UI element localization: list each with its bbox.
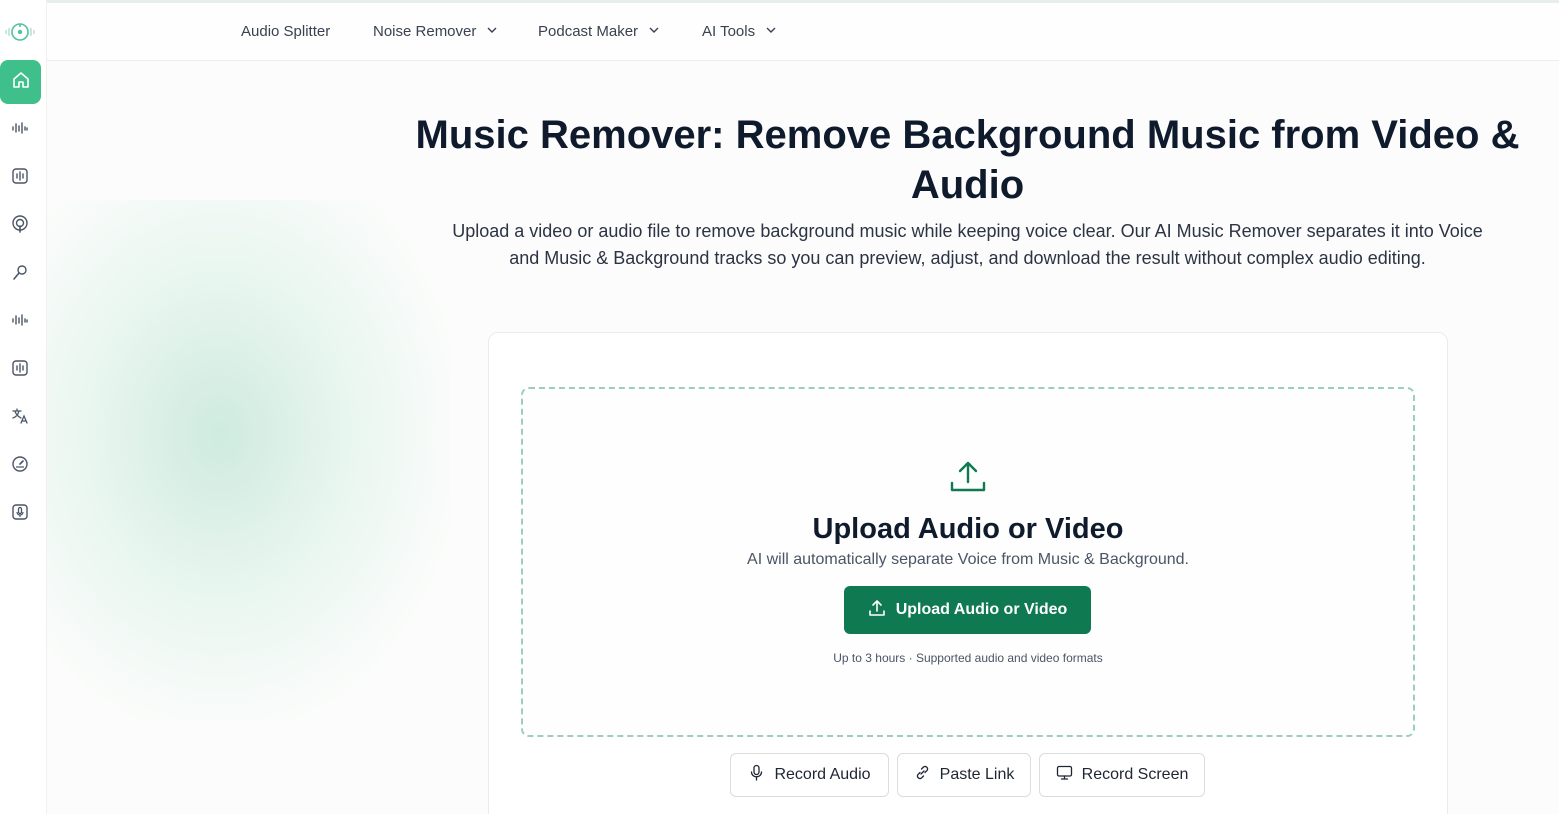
voice-box-icon bbox=[10, 502, 30, 527]
record-screen-label: Record Screen bbox=[1081, 766, 1189, 783]
upload-icon bbox=[868, 599, 886, 622]
sidebar-item-waveform-2[interactable] bbox=[0, 302, 40, 342]
home-icon bbox=[11, 70, 31, 95]
upload-button-label: Upload Audio or Video bbox=[895, 601, 1068, 618]
nav-item-label: Podcast Maker bbox=[538, 23, 639, 40]
chevron-down-icon bbox=[482, 23, 498, 40]
sidebar-item-speedometer[interactable] bbox=[0, 446, 40, 486]
speedometer-icon bbox=[10, 454, 30, 479]
soundwave-logo-icon[interactable] bbox=[4, 20, 36, 44]
sidebar-item-waveform-1[interactable] bbox=[0, 110, 40, 150]
sidebar-item-podcast[interactable] bbox=[0, 206, 40, 246]
nav-item-audio-splitter[interactable]: Audio Splitter bbox=[241, 23, 330, 40]
audio-box-icon bbox=[10, 166, 30, 191]
page-title: Music Remover: Remove Background Music f… bbox=[415, 113, 1520, 207]
nav-item-label: AI Tools bbox=[702, 23, 756, 40]
sidebar-item-audio-box-1[interactable] bbox=[0, 158, 40, 198]
record-audio-button[interactable]: Record Audio bbox=[730, 753, 889, 797]
sidebar bbox=[0, 0, 47, 814]
microphone-icon bbox=[748, 764, 765, 786]
chevron-down-icon bbox=[644, 23, 660, 40]
chevron-down-icon bbox=[761, 23, 777, 40]
audio-box-icon bbox=[10, 358, 30, 383]
page-subtitle: Upload a video or audio file to remove b… bbox=[452, 221, 1483, 268]
top-navigation: Audio Splitter Noise Remover Podcast Mak… bbox=[47, 3, 1559, 61]
upload-note: Up to 3 hours · Supported audio and vide… bbox=[833, 651, 1103, 665]
translate-icon bbox=[10, 406, 30, 431]
nav-item-label: Audio Splitter bbox=[241, 23, 331, 40]
sidebar-item-translate[interactable] bbox=[0, 398, 40, 438]
sidebar-item-audio-box-2[interactable] bbox=[0, 350, 40, 390]
record-audio-label: Record Audio bbox=[774, 766, 871, 783]
waveform-icon bbox=[10, 310, 30, 335]
upload-button[interactable]: Upload Audio or Video bbox=[844, 586, 1091, 634]
upload-icon bbox=[948, 457, 988, 497]
waveform-icon bbox=[10, 118, 30, 143]
paste-link-button[interactable]: Paste Link bbox=[897, 753, 1031, 797]
upload-subtitle: AI will automatically separate Voice fro… bbox=[747, 551, 1189, 568]
link-icon bbox=[914, 764, 931, 786]
sidebar-item-home[interactable] bbox=[0, 60, 41, 104]
sidebar-item-voice-box[interactable] bbox=[0, 494, 40, 534]
nav-item-ai-tools[interactable]: AI Tools bbox=[702, 23, 777, 40]
microphone-tool-icon bbox=[10, 263, 30, 288]
sidebar-item-microphone-tool[interactable] bbox=[0, 255, 40, 295]
nav-item-label: Noise Remover bbox=[373, 23, 477, 40]
nav-item-podcast-maker[interactable]: Podcast Maker bbox=[538, 23, 660, 40]
podcast-icon bbox=[10, 214, 30, 239]
record-screen-button[interactable]: Record Screen bbox=[1039, 753, 1205, 797]
paste-link-label: Paste Link bbox=[939, 766, 1015, 783]
nav-item-noise-remover[interactable]: Noise Remover bbox=[373, 23, 498, 40]
background-glow bbox=[30, 200, 450, 720]
monitor-icon bbox=[1056, 764, 1073, 786]
upload-title: Upload Audio or Video bbox=[812, 513, 1124, 545]
